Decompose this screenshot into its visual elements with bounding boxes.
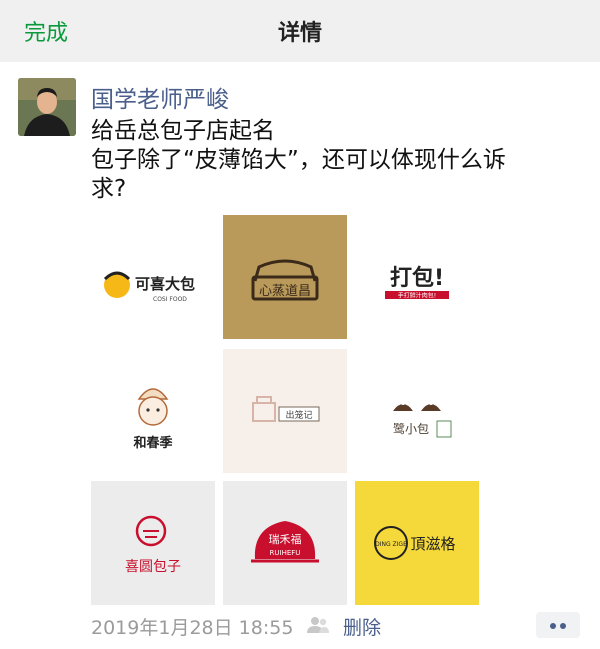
image-keixi[interactable]: 可喜大包 COSI FOOD <box>91 215 215 339</box>
people-icon <box>306 616 330 638</box>
post-timestamp: 2019年1月28日 18:55 <box>91 617 294 639</box>
image-grid: 可喜大包 COSI FOOD 心蒸道昌 打包! 手打鲜汁肉包! 和春季 出笼记 … <box>91 215 481 607</box>
image-title: 和春季 <box>133 435 172 451</box>
image-ruihefu[interactable]: 瑞禾福 RUIHEFU <box>223 481 347 605</box>
image-dingzige[interactable]: DING ZIGE 頂滋格 <box>355 481 479 605</box>
image-subtitle: 手打鲜汁肉包! <box>398 292 436 300</box>
image-dabao[interactable]: 打包! 手打鲜汁肉包! <box>355 215 479 339</box>
image-xiyuan[interactable]: 喜圆包子 <box>91 481 215 605</box>
more-dots-icon[interactable] <box>536 612 580 638</box>
image-title: 鹭小包 <box>393 421 429 436</box>
image-chulongji[interactable]: 出笼记 <box>223 349 347 473</box>
nav-bar: 完成 详情 <box>0 0 600 62</box>
avatar[interactable] <box>18 78 76 136</box>
post-text: 给岳总包子店起名 包子除了“皮薄馅大”，还可以体现什么诉 求? <box>91 117 581 204</box>
image-title: 頂滋格 <box>410 535 455 553</box>
delete-link[interactable]: 删除 <box>343 613 381 640</box>
image-title: 心蒸道昌 <box>259 284 311 299</box>
image-title: 可喜大包 <box>135 275 195 293</box>
image-luxiaobao[interactable]: 鹭小包 <box>355 349 479 473</box>
post-line: 给岳总包子店起名 <box>91 118 275 144</box>
post-line: 求? <box>91 176 127 202</box>
more-dot <box>560 623 566 629</box>
author-name[interactable]: 国学老师严峻 <box>91 80 229 114</box>
post-line: 包子除了“皮薄馅大”，还可以体现什么诉 <box>91 147 506 173</box>
image-title: 打包! <box>390 265 444 291</box>
image-subtitle: DING ZIGE <box>375 541 407 548</box>
more-dot <box>550 623 556 629</box>
page-title: 详情 <box>277 21 322 46</box>
image-title: 喜圆包子 <box>125 559 181 575</box>
image-xinzheng[interactable]: 心蒸道昌 <box>223 215 347 339</box>
post-footer: 2019年1月28日 18:55 删除 <box>91 610 591 640</box>
image-subtitle: COSI FOOD <box>153 296 187 303</box>
image-hechunji[interactable]: 和春季 <box>91 349 215 473</box>
image-title: 出笼记 <box>285 409 312 421</box>
image-subtitle: RUIHEFU <box>270 549 301 557</box>
image-title: 瑞禾福 <box>269 532 302 546</box>
